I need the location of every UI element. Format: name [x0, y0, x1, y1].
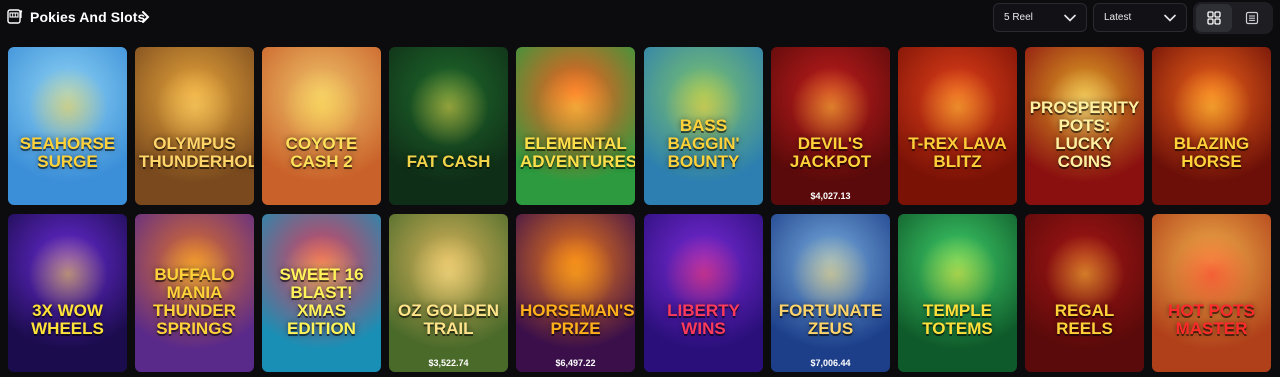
game-title: Olympus Thunderhold	[139, 134, 254, 171]
game-tile[interactable]: Oz Golden Trail $3,522.74	[389, 214, 508, 372]
game-tile[interactable]: Olympus Thunderhold	[135, 47, 254, 205]
game-title: Bass Baggin' Bounty	[667, 116, 740, 171]
game-title: Fortunate Zeus	[778, 301, 883, 338]
game-tile[interactable]: Devil's Jackpot $4,027.13	[771, 47, 890, 205]
chevron-down-icon	[1164, 14, 1176, 22]
game-title: Liberty Wins	[667, 301, 740, 338]
chevron-down-icon	[1064, 14, 1076, 22]
game-tile[interactable]: Sweet 16 Blast! Xmas Edition	[262, 214, 381, 372]
game-title: T-Rex Lava Blitz	[908, 134, 1007, 171]
game-tile[interactable]: Seahorse Surge	[8, 47, 127, 205]
game-title: Seahorse Surge	[19, 134, 116, 171]
game-tile[interactable]: Temple Totems	[898, 214, 1017, 372]
game-tile[interactable]: Regal Reels	[1025, 214, 1144, 372]
game-art	[409, 67, 489, 147]
game-title: Devil's Jackpot	[789, 134, 872, 171]
game-title: 3x Wow Wheels	[31, 301, 104, 338]
game-tile[interactable]: Bass Baggin' Bounty	[644, 47, 763, 205]
game-title: Regal Reels	[1054, 301, 1115, 338]
game-title: Sweet 16 Blast! Xmas Edition	[279, 265, 364, 338]
sort-value: Latest	[1104, 12, 1132, 23]
jackpot-amount: $3,522.74	[428, 358, 469, 368]
game-tile[interactable]: Hot Pots Master	[1152, 214, 1271, 372]
game-title: Fat Cash	[406, 152, 491, 171]
jackpot-amount: $7,006.44	[810, 358, 851, 368]
game-tile[interactable]: 3x Wow Wheels	[8, 214, 127, 372]
grid-icon	[1207, 11, 1221, 25]
game-title: Buffalo Mania Thunder Springs	[152, 265, 237, 338]
game-title: Elemental Adventures	[520, 134, 635, 171]
list-view-button[interactable]	[1234, 4, 1270, 32]
game-tile[interactable]: Buffalo Mania Thunder Springs	[135, 214, 254, 372]
grid-view-button[interactable]	[1196, 4, 1232, 32]
game-title: Prosperity Pots: Lucky Coins	[1029, 98, 1140, 171]
jackpot-amount: $6,497.22	[555, 358, 596, 368]
game-tile[interactable]: Horseman's Prize $6,497.22	[516, 214, 635, 372]
game-tile[interactable]: Blazing Horse	[1152, 47, 1271, 205]
jackpot-amount: $4,027.13	[810, 191, 851, 201]
view-toggle	[1193, 2, 1273, 34]
game-title: Temple Totems	[922, 301, 993, 338]
game-title: Horseman's Prize	[520, 301, 635, 338]
page-title[interactable]: Pokies And Slots	[30, 9, 145, 25]
chevron-right-icon[interactable]	[141, 9, 151, 25]
reel-filter-dropdown[interactable]: 5 Reel	[993, 3, 1087, 32]
reel-filter-value: 5 Reel	[1004, 12, 1033, 23]
game-tile[interactable]: Prosperity Pots: Lucky Coins	[1025, 47, 1144, 205]
game-tile[interactable]: Coyote Cash 2	[262, 47, 381, 205]
game-title: Coyote Cash 2	[285, 134, 358, 171]
game-tile[interactable]: Liberty Wins	[644, 214, 763, 372]
game-title: Oz Golden Trail	[397, 301, 500, 338]
sort-dropdown[interactable]: Latest	[1093, 3, 1187, 32]
game-title: Blazing Horse	[1173, 134, 1250, 171]
section-header: Pokies And Slots 5 Reel Latest	[0, 0, 1280, 38]
game-tile[interactable]: Fortunate Zeus $7,006.44	[771, 214, 890, 372]
game-title: Hot Pots Master	[1168, 301, 1255, 338]
game-tile[interactable]: T-Rex Lava Blitz	[898, 47, 1017, 205]
game-tile[interactable]: Fat Cash	[389, 47, 508, 205]
game-tile[interactable]: Elemental Adventures	[516, 47, 635, 205]
list-icon	[1245, 11, 1259, 25]
slot-machine-icon	[7, 9, 23, 24]
